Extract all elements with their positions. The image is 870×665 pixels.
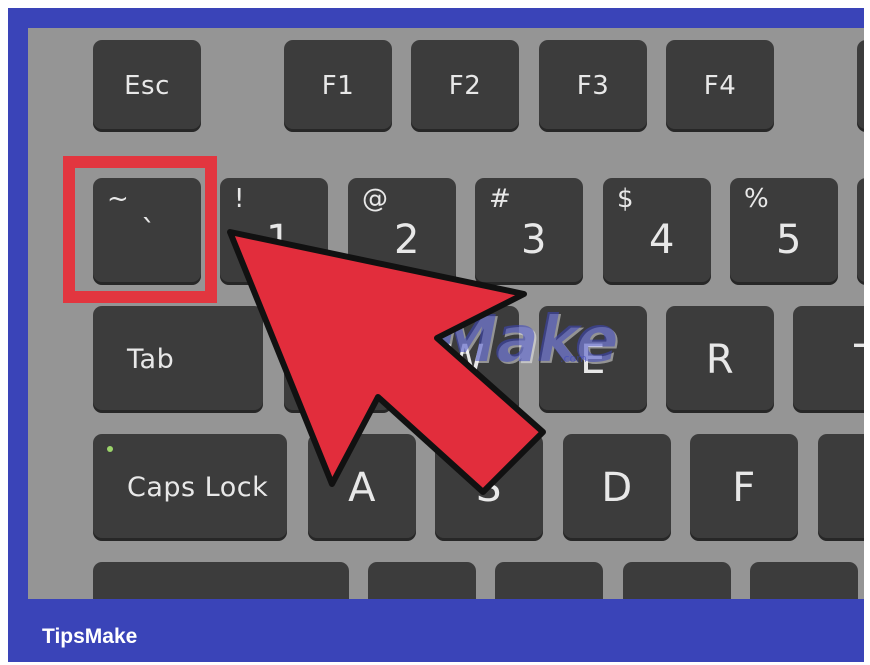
arrow-pointer-icon	[227, 229, 546, 495]
footer-brand: TipsMake	[42, 625, 138, 648]
image-frame: Esc F1 F2 F3 F4 ~ ` ! 1 @ 2 # 3	[0, 0, 870, 665]
